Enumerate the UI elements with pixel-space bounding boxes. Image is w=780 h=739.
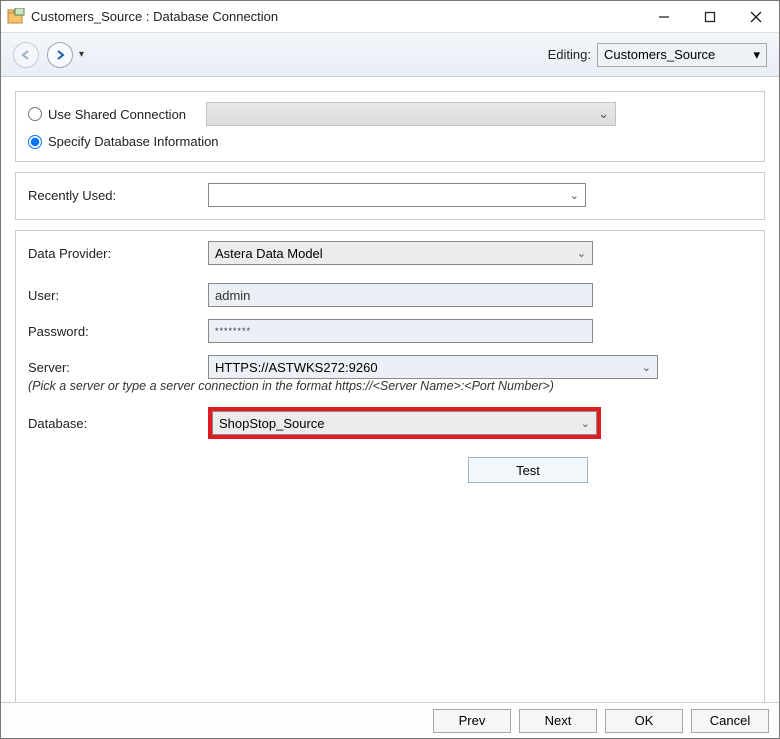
database-value: ShopStop_Source <box>219 416 325 431</box>
window-title: Customers_Source : Database Connection <box>31 9 278 24</box>
user-value: admin <box>215 288 250 303</box>
server-label: Server: <box>28 360 208 375</box>
close-button[interactable] <box>733 1 779 33</box>
use-shared-label: Use Shared Connection <box>48 107 186 122</box>
test-button[interactable]: Test <box>468 457 588 483</box>
minimize-button[interactable] <box>641 1 687 33</box>
data-provider-select[interactable]: Astera Data Model ⌄ <box>208 241 593 265</box>
specify-db-radio[interactable] <box>28 135 42 149</box>
password-field[interactable]: ******** <box>208 319 593 343</box>
connection-mode-group: Use Shared Connection ⌄ Specify Database… <box>15 91 765 162</box>
editing-select[interactable]: Customers_Source ▾ <box>597 43 767 67</box>
user-label: User: <box>28 288 208 303</box>
footer: Prev Next OK Cancel <box>1 702 779 738</box>
recently-used-select[interactable]: ⌄ <box>208 183 586 207</box>
prev-button[interactable]: Prev <box>433 709 511 733</box>
database-select[interactable]: ShopStop_Source ⌄ <box>212 411 597 435</box>
specify-row: Specify Database Information <box>28 134 752 149</box>
chevron-down-icon: ▾ <box>753 47 760 63</box>
toolbar: ▾ Editing: Customers_Source ▾ <box>1 33 779 77</box>
chevron-down-icon: ⌄ <box>581 417 590 430</box>
next-button[interactable]: Next <box>519 709 597 733</box>
chevron-down-icon: ⌄ <box>570 189 579 202</box>
server-select[interactable]: HTTPS://ASTWKS272:9260 ⌄ <box>208 355 658 379</box>
maximize-button[interactable] <box>687 1 733 33</box>
nav-forward-button[interactable] <box>47 42 73 68</box>
password-label: Password: <box>28 324 208 339</box>
chevron-down-icon: ⌄ <box>598 106 609 122</box>
db-fields-group: Data Provider: Astera Data Model ⌄ User:… <box>15 230 765 702</box>
content-area: Use Shared Connection ⌄ Specify Database… <box>1 77 779 702</box>
app-icon <box>7 8 25 26</box>
server-hint: (Pick a server or type a server connecti… <box>28 379 752 393</box>
user-field[interactable]: admin <box>208 283 593 307</box>
password-value: ******** <box>215 326 251 336</box>
use-shared-row: Use Shared Connection ⌄ <box>28 102 752 126</box>
editing-label: Editing: <box>548 47 591 62</box>
nav-dropdown-caret-icon[interactable]: ▾ <box>79 49 84 60</box>
chevron-down-icon: ⌄ <box>577 247 586 260</box>
data-provider-value: Astera Data Model <box>215 246 323 261</box>
nav-back-button[interactable] <box>13 42 39 68</box>
use-shared-radio[interactable] <box>28 107 42 121</box>
cancel-button[interactable]: Cancel <box>691 709 769 733</box>
server-value: HTTPS://ASTWKS272:9260 <box>215 360 378 375</box>
shared-connection-select[interactable]: ⌄ <box>206 102 616 126</box>
ok-button[interactable]: OK <box>605 709 683 733</box>
editing-value: Customers_Source <box>604 47 715 62</box>
recently-used-label: Recently Used: <box>28 188 208 203</box>
dialog-window: Customers_Source : Database Connection ▾… <box>0 0 780 739</box>
database-label: Database: <box>28 416 208 431</box>
database-highlight: ShopStop_Source ⌄ <box>208 407 601 439</box>
specify-db-label: Specify Database Information <box>48 134 219 149</box>
chevron-down-icon: ⌄ <box>642 361 651 374</box>
titlebar: Customers_Source : Database Connection <box>1 1 779 33</box>
recently-used-group: Recently Used: ⌄ <box>15 172 765 220</box>
test-label: Test <box>516 463 540 478</box>
data-provider-label: Data Provider: <box>28 246 208 261</box>
